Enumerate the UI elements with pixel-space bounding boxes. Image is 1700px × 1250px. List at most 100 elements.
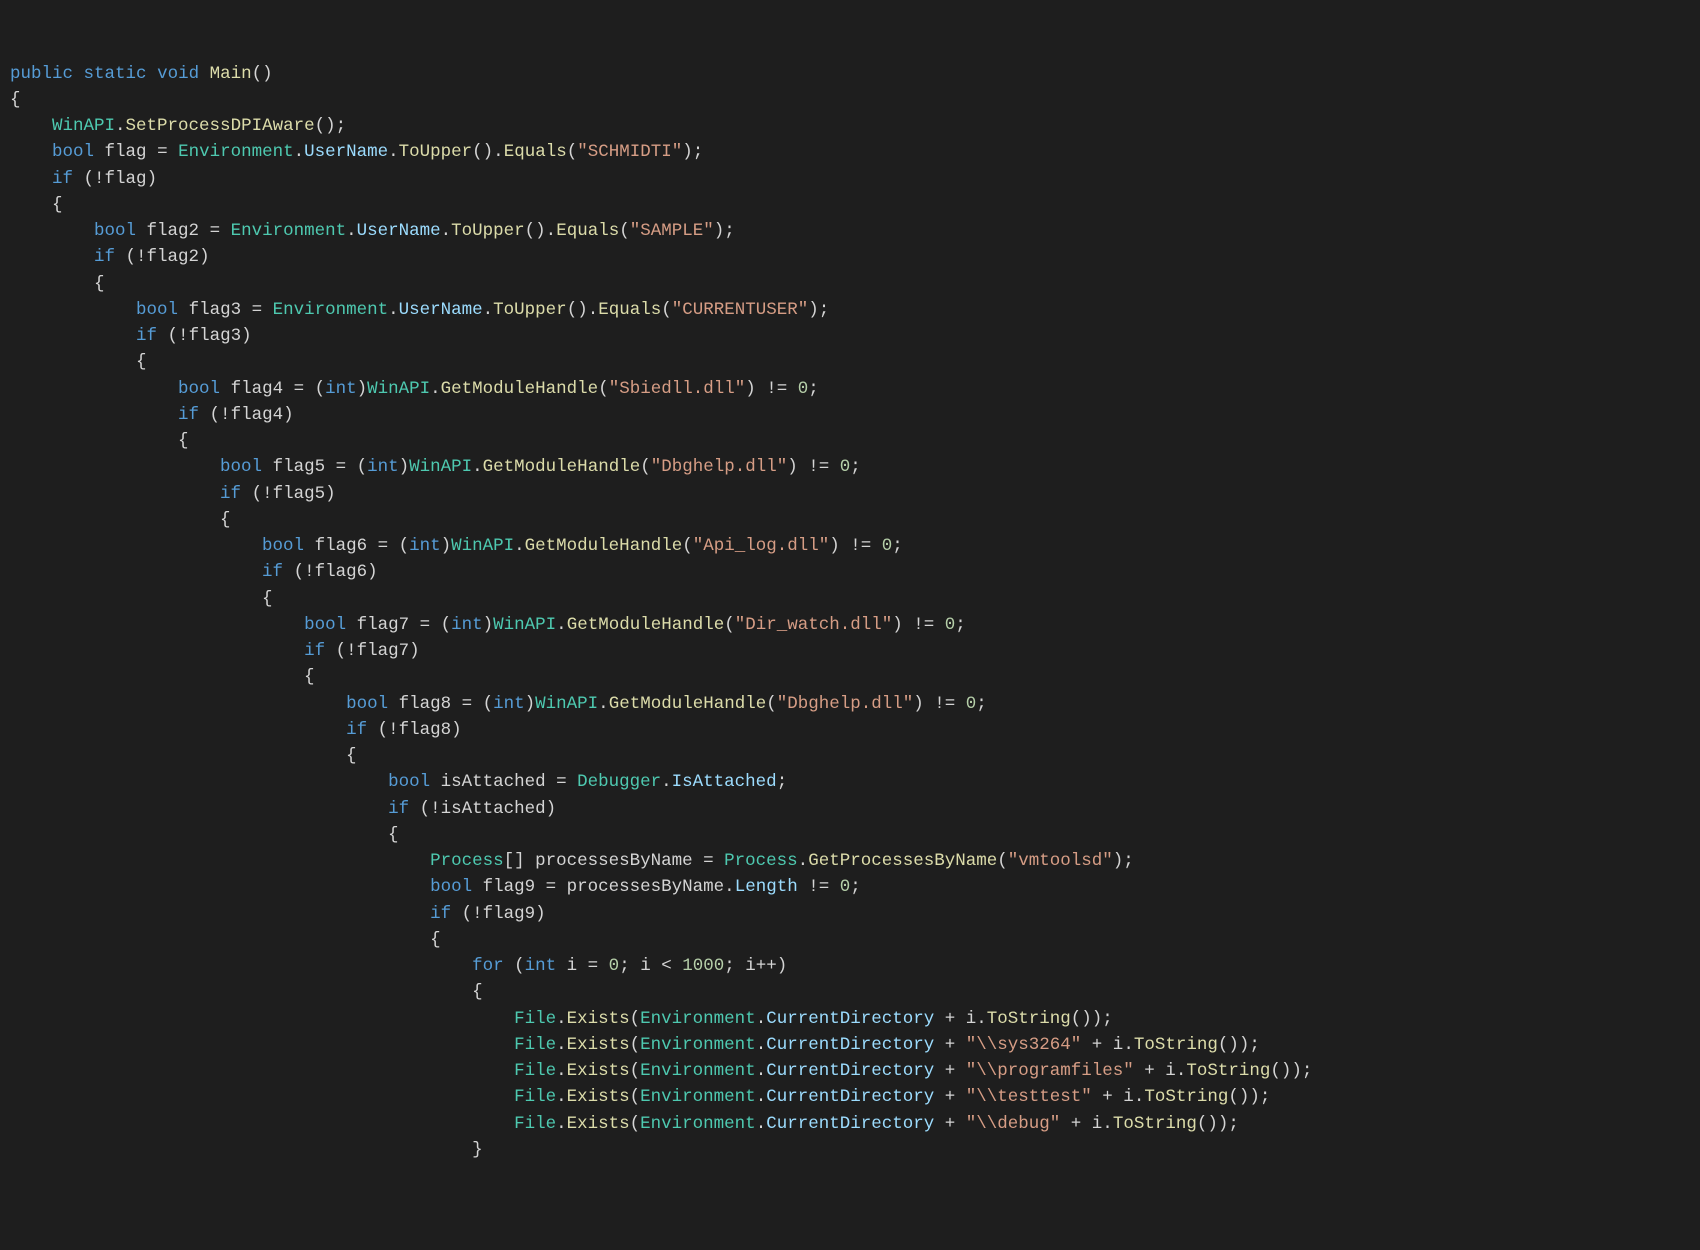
string-schmidti: "SCHMIDTI"	[577, 142, 682, 162]
method-equals: Equals	[504, 142, 567, 162]
type-environment: Environment	[640, 1009, 756, 1029]
prop-length: Length	[735, 877, 798, 897]
code-line: {	[10, 589, 273, 609]
type-environment: Environment	[640, 1035, 756, 1055]
method-tostring: ToString	[987, 1009, 1071, 1029]
code-editor[interactable]: public static void Main() { WinAPI.SetPr…	[10, 61, 1690, 1164]
method-getmodulehandle: GetModuleHandle	[441, 379, 599, 399]
var-flag6: flag6	[315, 536, 368, 556]
code-line: {	[10, 431, 189, 451]
number-zero: 0	[945, 615, 956, 635]
keyword-if: if	[136, 326, 157, 346]
keyword-int: int	[451, 615, 483, 635]
method-equals: Equals	[556, 221, 619, 241]
prop-username: UserName	[357, 221, 441, 241]
method-exists: Exists	[567, 1035, 630, 1055]
code-line: if (!flag8)	[10, 720, 462, 740]
type-debugger: Debugger	[577, 772, 661, 792]
var-i: i	[1123, 1087, 1134, 1107]
var-flag2: flag2	[147, 221, 200, 241]
type-file: File	[514, 1087, 556, 1107]
string-testtest: "\\testtest"	[966, 1087, 1092, 1107]
number-zero: 0	[609, 956, 620, 976]
var-isattached: isAttached	[441, 772, 546, 792]
type-winapi: WinAPI	[493, 615, 556, 635]
keyword-if: if	[94, 247, 115, 267]
string-apilog: "Api_log.dll"	[693, 536, 830, 556]
code-line: bool flag4 = (int)WinAPI.GetModuleHandle…	[10, 379, 819, 399]
code-line: if (!flag4)	[10, 405, 294, 425]
code-line: File.Exists(Environment.CurrentDirectory…	[10, 1009, 1113, 1029]
keyword-public: public	[10, 64, 73, 84]
var-flag8: flag8	[399, 694, 452, 714]
code-line: if (!flag3)	[10, 326, 252, 346]
var-i: i	[966, 1009, 977, 1029]
type-environment: Environment	[640, 1061, 756, 1081]
code-line: File.Exists(Environment.CurrentDirectory…	[10, 1087, 1270, 1107]
var-flag5: flag5	[273, 457, 326, 477]
method-getmodulehandle: GetModuleHandle	[483, 457, 641, 477]
type-winapi: WinAPI	[367, 379, 430, 399]
method-exists: Exists	[567, 1009, 630, 1029]
type-file: File	[514, 1061, 556, 1081]
type-environment: Environment	[178, 142, 294, 162]
type-process: Process	[724, 851, 798, 871]
code-line: bool flag8 = (int)WinAPI.GetModuleHandle…	[10, 694, 987, 714]
method-exists: Exists	[567, 1114, 630, 1134]
number-thousand: 1000	[682, 956, 724, 976]
method-setdpiaware: SetProcessDPIAware	[126, 116, 315, 136]
code-line: {	[10, 510, 231, 530]
method-tostring: ToString	[1113, 1114, 1197, 1134]
keyword-if: if	[430, 904, 451, 924]
keyword-int: int	[325, 379, 357, 399]
number-zero: 0	[840, 457, 851, 477]
keyword-void: void	[157, 64, 199, 84]
code-line: Process[] processesByName = Process.GetP…	[10, 851, 1134, 871]
keyword-if: if	[220, 484, 241, 504]
type-file: File	[514, 1114, 556, 1134]
keyword-if: if	[52, 169, 73, 189]
code-line: if (!isAttached)	[10, 799, 556, 819]
number-zero: 0	[798, 379, 809, 399]
var-i: i	[745, 956, 756, 976]
string-programfiles: "\\programfiles"	[966, 1061, 1134, 1081]
code-line: bool flag2 = Environment.UserName.ToUppe…	[10, 221, 735, 241]
keyword-bool: bool	[220, 457, 262, 477]
var-flag9: flag9	[483, 877, 536, 897]
code-line: bool flag6 = (int)WinAPI.GetModuleHandle…	[10, 536, 903, 556]
method-toupper: ToUpper	[451, 221, 525, 241]
prop-currentdirectory: CurrentDirectory	[766, 1009, 934, 1029]
var-flag5: flag5	[273, 484, 326, 504]
code-line: if (!flag7)	[10, 641, 420, 661]
code-line: public static void Main()	[10, 64, 273, 84]
var-flag4: flag4	[231, 405, 284, 425]
var-flag3: flag3	[189, 300, 242, 320]
keyword-if: if	[346, 720, 367, 740]
var-i: i	[640, 956, 651, 976]
type-environment: Environment	[640, 1114, 756, 1134]
code-line: {	[10, 274, 105, 294]
var-flag6: flag6	[315, 562, 368, 582]
method-exists: Exists	[567, 1087, 630, 1107]
method-equals: Equals	[598, 300, 661, 320]
keyword-if: if	[262, 562, 283, 582]
method-getmodulehandle: GetModuleHandle	[609, 694, 767, 714]
var-i: i	[1113, 1035, 1124, 1055]
code-line: if (!flag9)	[10, 904, 546, 924]
var-flag2: flag2	[147, 247, 200, 267]
string-dbghelp: "Dbghelp.dll"	[651, 457, 788, 477]
var-i: i	[567, 956, 578, 976]
string-dbghelp2: "Dbghelp.dll"	[777, 694, 914, 714]
keyword-if: if	[178, 405, 199, 425]
keyword-static: static	[84, 64, 147, 84]
method-toupper: ToUpper	[399, 142, 473, 162]
method-getprocessesbyname: GetProcessesByName	[808, 851, 997, 871]
code-line: if (!flag2)	[10, 247, 210, 267]
string-dirwatch: "Dir_watch.dll"	[735, 615, 893, 635]
var-flag7: flag7	[357, 615, 410, 635]
prop-currentdirectory: CurrentDirectory	[766, 1035, 934, 1055]
code-line: {	[10, 746, 357, 766]
keyword-bool: bool	[388, 772, 430, 792]
method-toupper: ToUpper	[493, 300, 567, 320]
keyword-if: if	[388, 799, 409, 819]
